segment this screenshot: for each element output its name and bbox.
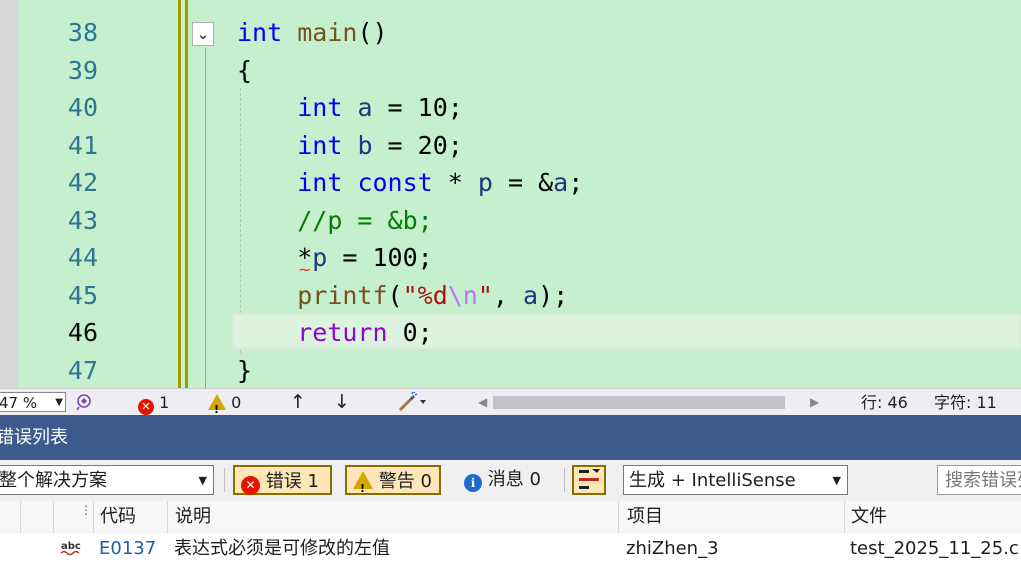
svg-text:abc: abc	[61, 541, 81, 552]
code-editor[interactable]: ⌄ 38 int main() 39 { 40 int a = 10; 41 i…	[0, 0, 1021, 388]
code-line[interactable]: 41 int b = 20;	[0, 127, 1021, 165]
editor-status-bar: 47 % ▼ ✕ 1 ! 0 ↑ ↓ ◀ ▶ 行: 46 字符: 11	[0, 388, 1021, 416]
code-text[interactable]: {	[237, 52, 252, 90]
filter-list-button[interactable]	[572, 465, 606, 495]
toolbar-separator	[564, 468, 565, 492]
line-number: 45	[67, 280, 98, 310]
column-header-suppression[interactable]: ⋮	[53, 501, 93, 533]
error-list-title-bar[interactable]: 错误列表	[0, 415, 1021, 460]
horizontal-scrollbar-thumb[interactable]	[493, 396, 785, 409]
code-line[interactable]: 44 *p = 100;	[0, 239, 1021, 277]
error-project: zhiZhen_3	[626, 538, 719, 559]
error-count[interactable]: ✕ 1	[138, 389, 169, 416]
errors-filter-button[interactable]: ✕ 错误 1	[233, 465, 332, 495]
scroll-left-icon[interactable]: ◀	[478, 389, 487, 416]
sort-dots-icon: ⋮	[80, 503, 92, 517]
char-indicator[interactable]: 字符: 11	[934, 389, 997, 416]
code-line[interactable]: 45 printf("%d\n", a);	[0, 277, 1021, 315]
line-number: 46	[67, 318, 98, 347]
chevron-down-icon: ▼	[832, 474, 841, 487]
code-text[interactable]: int a = 10;	[237, 89, 463, 127]
spell-check-icon: abc	[60, 533, 90, 565]
scroll-right-icon[interactable]: ▶	[810, 389, 819, 416]
build-source-value: 生成 + IntelliSense	[629, 470, 796, 491]
warning-icon: !	[208, 394, 226, 416]
error-list-title: 错误列表	[0, 427, 68, 448]
column-header-file[interactable]: 文件	[844, 501, 1021, 533]
line-number: 38	[67, 18, 98, 47]
code-text[interactable]: printf("%d\n", a);	[237, 277, 568, 315]
toolbar-separator	[224, 468, 225, 492]
code-text[interactable]: }	[237, 352, 252, 389]
code-text[interactable]: return 0;	[237, 314, 432, 352]
code-text[interactable]: int const * p = &a;	[237, 164, 583, 202]
line-number: 41	[67, 130, 98, 160]
error-count-value: 1	[159, 393, 170, 412]
health-icon[interactable]	[74, 389, 94, 416]
code-text[interactable]: int main()	[237, 14, 388, 52]
filter-icon	[579, 469, 600, 489]
zoom-value: 47 %	[0, 394, 38, 412]
zoom-dropdown[interactable]: 47 % ▼	[0, 392, 66, 412]
error-code-link[interactable]: E0137	[93, 533, 167, 565]
code-line[interactable]: 42 int const * p = &a;	[0, 164, 1021, 202]
error-icon: ✕	[241, 476, 260, 495]
code-line[interactable]: 40 int a = 10;	[0, 89, 1021, 127]
code-text[interactable]: int b = 20;	[237, 127, 463, 165]
table-row[interactable]: abc E0137 表达式必须是可修改的左值 zhiZhen_3 test_20…	[0, 533, 1021, 573]
chevron-down-icon: ▼	[55, 397, 63, 408]
code-text[interactable]: //p = &b;	[237, 202, 432, 240]
code-line[interactable]: 39 {	[0, 52, 1021, 90]
column-header-project[interactable]: 项目	[618, 501, 844, 533]
line-number: 39	[67, 55, 98, 85]
warnings-filter-label: 警告 0	[378, 471, 432, 492]
build-source-dropdown[interactable]: 生成 + IntelliSense ▼	[623, 465, 848, 495]
scope-dropdown[interactable]: 整个解决方案 ▼	[0, 465, 214, 495]
warning-icon: !	[353, 471, 373, 495]
scope-value: 整个解决方案	[0, 470, 107, 491]
line-indicator[interactable]: 行: 46	[861, 389, 908, 416]
code-cleanup-brush-icon[interactable]	[396, 389, 426, 416]
warning-count[interactable]: ! 0	[208, 389, 241, 416]
search-error-list-input[interactable]: 搜索错误列表	[937, 465, 1021, 495]
errors-filter-label: 错误 1	[265, 471, 319, 492]
arrow-down-icon[interactable]: ↓	[334, 389, 350, 416]
line-number: 43	[67, 205, 98, 235]
warning-count-value: 0	[231, 393, 242, 412]
info-icon: i	[464, 474, 482, 492]
line-number: 40	[67, 93, 98, 122]
error-icon: ✕	[138, 399, 154, 415]
search-placeholder: 搜索错误列表	[945, 470, 1021, 491]
code-line[interactable]: 38 int main()	[0, 14, 1021, 52]
warnings-filter-button[interactable]: ! 警告 0	[345, 465, 441, 495]
line-number: 42	[67, 168, 98, 197]
error-list-header: ⋮ 代码 说明 项目 文件	[0, 501, 1021, 534]
code-line[interactable]: 43 //p = &b;	[0, 202, 1021, 240]
column-header-icon[interactable]	[20, 501, 53, 533]
column-header-code[interactable]: 代码	[93, 501, 167, 533]
code-line[interactable]: 47 }	[0, 352, 1021, 389]
line-number: 44	[67, 243, 98, 272]
arrow-up-icon[interactable]: ↑	[290, 389, 306, 416]
messages-filter-button[interactable]: i 消息 0	[456, 465, 556, 495]
error-list-toolbar: 整个解决方案 ▼ ✕ 错误 1 ! 警告 0 i 消息 0 生成 + Intel…	[0, 460, 1021, 502]
column-header-description[interactable]: 说明	[167, 501, 618, 533]
error-description: 表达式必须是可修改的左值	[174, 538, 390, 559]
chevron-down-icon: ▼	[198, 474, 207, 487]
messages-filter-label: 消息 0	[487, 469, 541, 490]
code-line-current[interactable]: 46 return 0;	[0, 314, 1021, 352]
code-text[interactable]: *p = 100;	[237, 239, 432, 277]
error-file: test_2025_11_25.c	[850, 538, 1019, 559]
line-number: 47	[67, 355, 98, 385]
